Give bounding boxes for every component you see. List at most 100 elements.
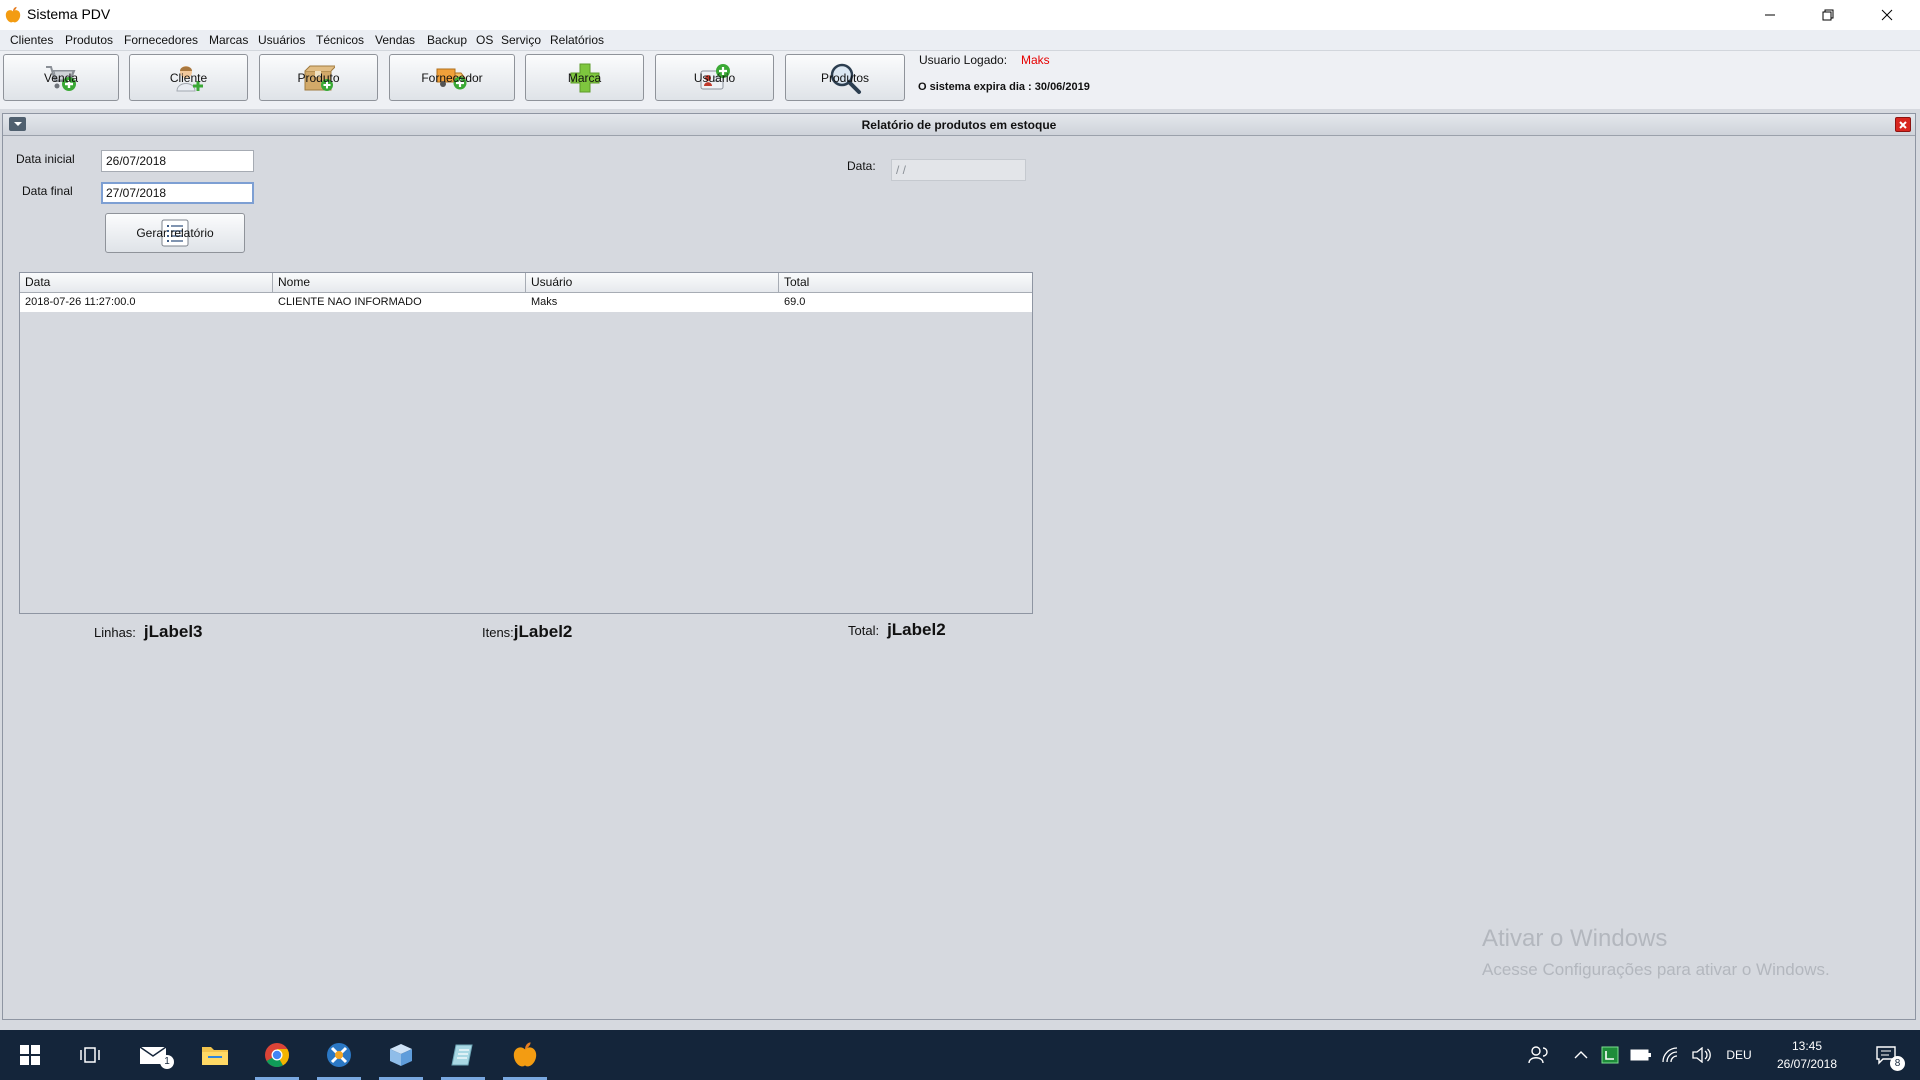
items-summary: Itens:jLabel2 (482, 622, 572, 642)
network-button[interactable] (1658, 1030, 1684, 1080)
chrome-icon (265, 1043, 289, 1068)
cliente-button-label: Cliente (169, 70, 208, 85)
language-indicator[interactable]: DEU (1718, 1030, 1760, 1080)
cell-data: 2018-07-26 11:27:00.0 (25, 296, 136, 308)
menu-vendas[interactable]: Vendas (375, 33, 415, 47)
marca-button[interactable]: Marca (525, 54, 644, 101)
menu-servico[interactable]: Serviço (501, 33, 541, 47)
items-value: jLabel2 (513, 622, 573, 641)
table-row[interactable]: 2018-07-26 11:27:00.0 CLIENTE NAO INFORM… (20, 293, 1032, 312)
taskbar-file-explorer[interactable] (189, 1030, 241, 1080)
minimize-button[interactable] (1741, 0, 1799, 30)
lines-summary: Linhas: jLabel3 (94, 622, 203, 642)
people-icon (1528, 1046, 1548, 1064)
java-tool-icon (327, 1043, 351, 1067)
total-value: jLabel2 (887, 620, 946, 639)
column-header-usuario[interactable]: Usuário (526, 273, 779, 292)
frame-close-button[interactable] (1895, 117, 1911, 132)
venda-button-label: Venda (43, 70, 79, 85)
items-label: Itens: (482, 625, 514, 640)
people-button[interactable] (1524, 1030, 1552, 1080)
taskbar: 1 DEU 13:45 26/07/2018 8 (0, 1030, 1920, 1080)
close-icon (1899, 120, 1907, 129)
table-header: Data Nome Usuário Total (20, 273, 1032, 293)
start-button[interactable] (4, 1030, 56, 1080)
expiry-text: O sistema expira dia : 30/06/2019 (918, 81, 1090, 93)
produtos-search-button[interactable]: Produtos (785, 54, 905, 101)
apple-app-icon (5, 6, 21, 23)
window-title: Sistema PDV (27, 6, 111, 22)
menu-os[interactable]: OS (476, 33, 493, 47)
taskbar-mail[interactable]: 1 (128, 1030, 180, 1080)
fornecedor-button[interactable]: Fornecedor (389, 54, 515, 101)
column-header-total[interactable]: Total (779, 273, 1032, 292)
cliente-button[interactable]: Cliente (129, 54, 248, 101)
mail-badge: 1 (160, 1055, 174, 1069)
usuario-button[interactable]: Usuário (655, 54, 774, 101)
menu-backup[interactable]: Backup (427, 33, 467, 47)
volume-button[interactable] (1688, 1030, 1714, 1080)
activation-watermark-text: Acesse Configurações para ativar o Windo… (1482, 960, 1830, 979)
taskbar-virtualbox[interactable] (375, 1030, 427, 1080)
lines-value: jLabel3 (143, 622, 203, 641)
minimize-icon (1765, 14, 1775, 16)
usuario-button-label: Usuário (693, 70, 736, 85)
notebook-icon (451, 1044, 473, 1066)
date-label: Data: (847, 159, 876, 173)
marca-button-label: Marca (567, 70, 602, 85)
task-view-button[interactable] (64, 1030, 116, 1080)
internal-frame-titlebar: Relatório de produtos em estoque (3, 114, 1915, 136)
folder-icon (202, 1047, 228, 1065)
menu-relatorios[interactable]: Relatórios (550, 33, 604, 47)
menu-clientes[interactable]: Clientes (10, 33, 53, 47)
logged-user-name: Maks (1021, 53, 1050, 67)
menu-tecnicos[interactable]: Técnicos (316, 33, 364, 47)
taskbar-java-app[interactable] (313, 1030, 365, 1080)
notification-count: 8 (1890, 1056, 1905, 1071)
cell-nome: CLIENTE NAO INFORMADO (278, 296, 422, 308)
apple-app-icon (513, 1042, 537, 1067)
chevron-up-icon (1574, 1051, 1588, 1059)
menu-marcas[interactable]: Marcas (209, 33, 248, 47)
total-label: Total: (848, 623, 880, 638)
restore-button[interactable] (1799, 0, 1857, 30)
date-field: / / (891, 159, 1026, 181)
taskbar-editor[interactable] (437, 1030, 489, 1080)
column-header-data[interactable]: Data (20, 273, 273, 292)
report-title: Relatório de produtos em estoque (861, 118, 1057, 132)
wifi-icon (1662, 1047, 1678, 1063)
logged-user-label: Usuario Logado: (919, 53, 1008, 67)
action-center-button[interactable]: 8 (1864, 1030, 1908, 1080)
restore-icon (1822, 9, 1834, 21)
battery-icon (1630, 1049, 1651, 1061)
produto-button[interactable]: Produto (259, 54, 378, 101)
column-header-nome[interactable]: Nome (273, 273, 526, 292)
menu-fornecedores[interactable]: Fornecedores (124, 33, 198, 47)
activation-watermark-title: Ativar o Windows (1482, 925, 1668, 952)
cell-total: 69.0 (784, 296, 806, 308)
taskbar-chrome[interactable] (251, 1030, 303, 1080)
produtos-button-label: Produtos (820, 70, 870, 85)
report-table[interactable]: Data Nome Usuário Total 2018-07-26 11:27… (19, 272, 1033, 614)
start-date-field[interactable]: 26/07/2018 (101, 150, 254, 172)
start-date-label: Data inicial (16, 152, 75, 166)
show-hidden-icons-button[interactable] (1568, 1030, 1594, 1080)
battery-button[interactable] (1628, 1030, 1654, 1080)
clock-date: 26/07/2018 (1776, 1057, 1838, 1071)
generate-report-label: Gerar relatório (136, 226, 214, 240)
menu-produtos[interactable]: Produtos (65, 33, 113, 47)
end-date-field[interactable]: 27/07/2018 (101, 182, 254, 204)
report-internal-frame: Relatório de produtos em estoque Data in… (2, 113, 1916, 1020)
taskbar-sistema-pdv[interactable] (499, 1030, 551, 1080)
clock[interactable]: 13:45 26/07/2018 (1762, 1030, 1852, 1080)
speaker-icon (1692, 1047, 1711, 1063)
tray-app-green[interactable] (1598, 1030, 1622, 1080)
menu-usuarios[interactable]: Usuários (258, 33, 305, 47)
fornecedor-button-label: Fornecedor (421, 70, 483, 85)
close-button[interactable] (1858, 0, 1916, 30)
venda-button[interactable]: Venda (3, 54, 119, 101)
lines-label: Linhas: (94, 625, 136, 640)
close-icon (1881, 9, 1893, 21)
end-date-label: Data final (22, 184, 73, 198)
generate-report-button[interactable]: Gerar relatório (105, 213, 245, 253)
